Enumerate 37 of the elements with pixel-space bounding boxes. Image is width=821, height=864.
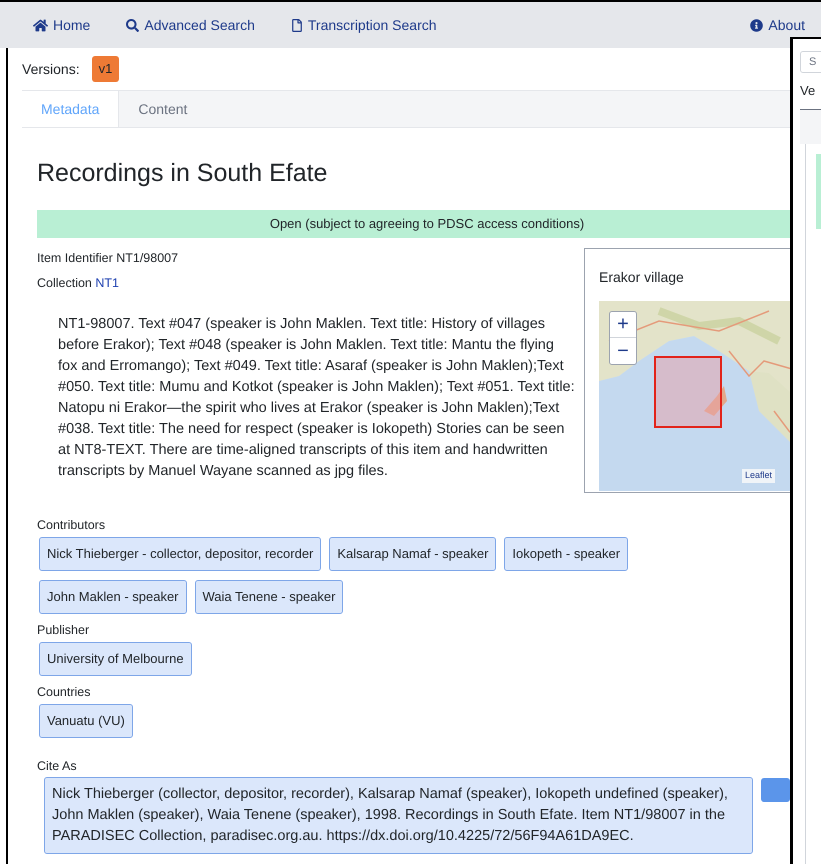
search-field[interactable]: S [800, 51, 821, 73]
versions-label: Versions: [22, 60, 80, 78]
section-label: Countries [37, 684, 92, 700]
version-badge[interactable]: v1 [92, 56, 120, 82]
info-badge: Nick Thieberger - collector, depositor, recorder [39, 536, 322, 570]
file-icon [290, 18, 303, 32]
section-label: Cite As [37, 758, 78, 774]
info-badge: Vanuatu (VU) [39, 704, 133, 738]
nav-link[interactable]: Home [33, 14, 90, 36]
map-attribution[interactable]: Leaflet [742, 469, 775, 482]
map-title: Erakor village [599, 268, 685, 287]
tab[interactable]: Content [119, 91, 206, 127]
item-description: NT1-98007. Text #047 (speaker is John Maklen. Text title: History of villages before Erakor); Text #048 (speaker is John Maklen. Text title: Mantu the flying fox and Erromango); Text #049. Text title: Asaraf (speaker is John Maklen);Text #050. Text title: Mumu and Kotkot (speaker is John Maklen); Text #051. Text title: Natopu ni Erakor—the spirit who lives at Erakor (speaker is John Maklen);Text #038. Text title: The need for respect (speaker is Iokopeth) Stories can be seen at NT8-TEXT. There are time-aligned transcripts of this item and handwritten transcripts by Manuel Wayane scanned as jpg files. [58, 314, 576, 480]
info-badge: John Maklen - speaker [39, 580, 187, 614]
nav-link[interactable]: About [750, 14, 805, 36]
copy-citation-button[interactable] [760, 778, 790, 802]
nav-link[interactable]: Transcription Search [290, 14, 437, 36]
citation-box: Nick Thieberger (collector, depositor, recorder), Kalsarap Namaf (speaker), Iokopeth undefined (speaker), John Maklen (speaker), Waia Tenene (speaker), 1998. Recordings in South Efate. Item NT1/98007 in the PARADISEC Collection, paradisec.org.au. https://dx.doi.org/10.4225/72/56F94A61DA9EC. [44, 776, 753, 854]
field-value: NT1/98007 [116, 250, 178, 264]
section-label: Contributors [37, 516, 106, 532]
zoom-in-button[interactable]: + [610, 312, 636, 338]
field-label: Collection [37, 276, 93, 290]
field-label: Item Identifier [37, 250, 114, 264]
section-label: Publisher [37, 622, 90, 638]
versions-label: Ve [800, 82, 816, 100]
access-alert: Open (subject to agreeing to PDSC access conditions) [37, 210, 790, 238]
info-icon [750, 18, 764, 32]
collection-link[interactable]: NT1 [95, 276, 119, 290]
zoom-out-button[interactable]: − [610, 338, 636, 364]
info-badge: Kalsarap Namaf - speaker [329, 536, 496, 570]
nav-link[interactable]: Advanced Search [126, 14, 255, 36]
page-title: Recordings in South Efate [37, 158, 328, 188]
info-badge: Iokopeth - speaker [504, 536, 628, 570]
home-icon [33, 18, 48, 32]
info-badge: University of Melbourne [39, 642, 192, 676]
search-icon [126, 18, 140, 32]
info-badge: Waia Tenene - speaker [194, 580, 344, 614]
